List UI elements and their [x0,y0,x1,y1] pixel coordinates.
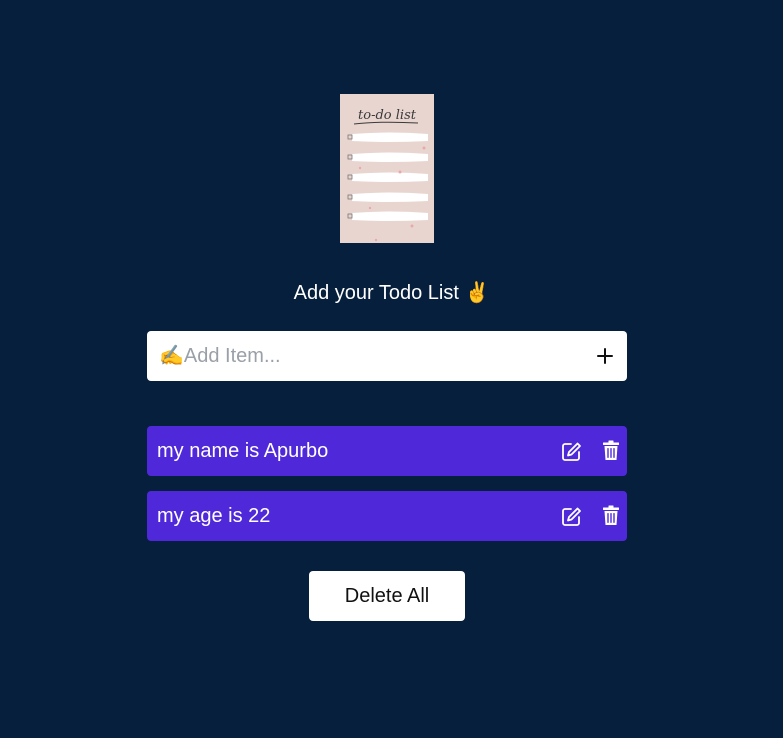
svg-text:to-do list: to-do list [358,108,417,123]
todo-item-text: my age is 22 [157,505,271,527]
todo-item-text: my name is Apurbo [157,440,329,462]
trash-icon[interactable] [602,440,620,461]
plus-icon[interactable] [595,346,615,366]
delete-all-button[interactable]: Delete All [309,571,465,621]
todo-item: my age is 22 [147,491,627,541]
todo-item: my name is Apurbo [147,426,627,476]
edit-icon[interactable] [561,506,582,527]
trash-icon[interactable] [602,505,620,526]
add-item-input[interactable] [159,331,579,381]
add-item-form [147,331,627,381]
todo-list-logo: to-do list [340,94,434,243]
edit-icon[interactable] [561,441,582,462]
page-title: Add your Todo List ✌️ [293,282,490,304]
